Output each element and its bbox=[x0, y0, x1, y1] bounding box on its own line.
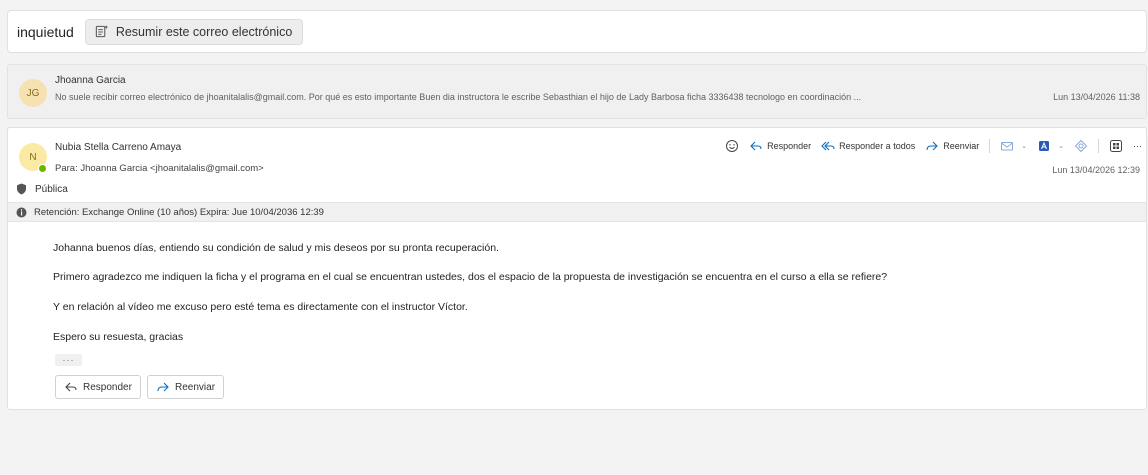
reply-button[interactable]: Responder bbox=[749, 139, 811, 153]
sender-name: Nubia Stella Carreno Amaya bbox=[55, 142, 182, 153]
toolbar-divider bbox=[1098, 139, 1099, 153]
shield-icon bbox=[17, 183, 26, 195]
forward-label: Reenviar bbox=[175, 381, 216, 393]
body-paragraph: Espero su resuesta, gracias bbox=[53, 331, 184, 343]
forward-icon bbox=[157, 382, 169, 392]
expanded-message: N Nubia Stella Carreno Amaya Para: Jhoan… bbox=[7, 127, 1147, 410]
presence-indicator bbox=[38, 164, 47, 173]
summarize-icon bbox=[95, 24, 109, 38]
apps-icon bbox=[1110, 140, 1122, 152]
sensitivity-label: Pública bbox=[16, 183, 68, 195]
forward-icon bbox=[926, 141, 938, 151]
chevron-down-icon: ⌄ bbox=[1021, 143, 1028, 150]
avatar: JG bbox=[19, 79, 47, 107]
subject-title: inquietud bbox=[17, 23, 74, 40]
reply-all-button[interactable]: Responder a todos bbox=[821, 139, 915, 153]
sensitivity-text: Pública bbox=[35, 183, 68, 195]
forward-label: Reenviar bbox=[943, 141, 980, 151]
message-toolbar: Responder Responder a todos Reenviar ⌄ ⌄… bbox=[715, 137, 1142, 155]
sync-button[interactable] bbox=[1074, 139, 1088, 153]
reply-icon bbox=[65, 382, 77, 392]
reply-all-icon bbox=[821, 141, 835, 151]
apps-button[interactable] bbox=[1109, 139, 1123, 153]
more-actions-button[interactable]: ··· bbox=[1133, 141, 1142, 151]
smiley-icon bbox=[726, 140, 739, 152]
body-paragraph: Johanna buenos días, entiendo su condici… bbox=[53, 242, 499, 254]
summarize-button[interactable]: Resumir este correo electrónico bbox=[84, 18, 304, 45]
toolbar-divider bbox=[989, 139, 991, 153]
message-preview: No suele recibir correo electrónico de j… bbox=[55, 92, 862, 102]
message-date: Lun 13/04/2026 11:38 bbox=[1053, 92, 1140, 102]
retention-banner: Retención: Exchange Online (10 años) Exp… bbox=[8, 202, 1146, 222]
reply-icon bbox=[750, 141, 762, 151]
retention-text: Retención: Exchange Online (10 años) Exp… bbox=[34, 206, 324, 218]
acrobat-button[interactable]: ⌄ bbox=[1037, 139, 1064, 153]
reply-label: Responder bbox=[83, 381, 132, 393]
pdf-icon bbox=[1039, 141, 1050, 151]
reply-all-label: Responder a todos bbox=[839, 141, 916, 151]
message-date: Lun 13/04/2026 12:39 bbox=[1052, 165, 1140, 175]
reply-button[interactable]: Responder bbox=[55, 375, 141, 399]
chevron-down-icon: ⌄ bbox=[1058, 143, 1064, 150]
collapsed-message[interactable]: JG Jhoanna Garcia No suele recibir corre… bbox=[7, 64, 1147, 119]
body-paragraph: Primero agradezco me indiquen la ficha y… bbox=[53, 271, 888, 283]
sender-name: Jhoanna Garcia bbox=[55, 75, 126, 86]
body-paragraph: Y en relación al vídeo me excuso pero es… bbox=[53, 301, 468, 313]
mark-unread-button[interactable]: ⌄ bbox=[1000, 139, 1027, 153]
reaction-button[interactable] bbox=[725, 139, 739, 153]
show-quoted-text-button[interactable]: ··· bbox=[55, 354, 82, 366]
info-icon bbox=[16, 207, 27, 217]
forward-button[interactable]: Reenviar bbox=[147, 375, 225, 399]
reply-label: Responder bbox=[767, 141, 812, 151]
envelope-icon bbox=[1001, 142, 1014, 151]
recipient-line: Para: Jhoanna Garcia <jhoanitalalis@gmai… bbox=[55, 163, 264, 174]
sync-icon bbox=[1074, 139, 1088, 153]
forward-button[interactable]: Reenviar bbox=[925, 139, 979, 153]
summarize-label: Resumir este correo electrónico bbox=[115, 24, 293, 39]
subject-bar: inquietud Resumir este correo electrónic… bbox=[7, 10, 1147, 53]
